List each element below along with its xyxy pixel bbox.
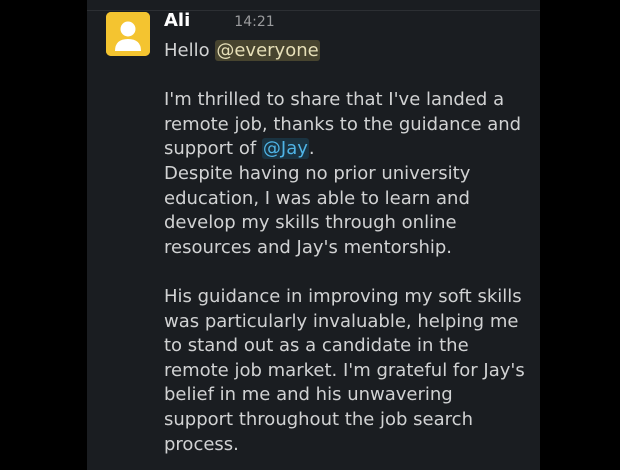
message-header: Ali 14:21 — [164, 10, 275, 36]
paragraph2-line1: His guidance in improving my soft skills — [164, 285, 522, 307]
paragraph1-line7: resources and Jay's mentorship. — [164, 236, 452, 258]
message-pane: Ali 14:21 Hello @everyone I'm thrilled to… — [87, 0, 540, 470]
message-body: Hello @everyone I'm thrilled to share th… — [164, 39, 536, 457]
paragraph1-line1: I'm thrilled to share that I've landed a — [164, 89, 505, 111]
mention-everyone[interactable]: @everyone — [215, 40, 320, 61]
paragraph2-line3: to stand out as a candidate in the — [164, 335, 469, 357]
paragraph2-line4: remote job market. I'm grateful for Jay'… — [164, 359, 525, 381]
paragraph1-line4: Despite having no prior university — [164, 162, 471, 184]
chat-message[interactable]: Ali 14:21 Hello @everyone I'm thrilled to… — [87, 0, 540, 470]
paragraph2-line2: was particularly invaluable, helping me — [164, 310, 519, 332]
mention-jay[interactable]: @Jay — [261, 138, 309, 160]
paragraph1-line3: support of @Jay. — [164, 137, 536, 162]
greeting-text: Hello — [164, 40, 216, 61]
greeting-line: Hello @everyone — [164, 39, 536, 64]
user-avatar-icon[interactable] — [106, 12, 150, 56]
paragraph1-line2: remote job, thanks to the guidance and — [164, 113, 522, 135]
author-name[interactable]: Ali — [164, 10, 190, 31]
paragraph1-line5: education, I was able to learn and — [164, 187, 470, 209]
paragraph2-line5: belief in me and his unwavering — [164, 384, 453, 406]
paragraph1-line3-suffix: . — [308, 138, 315, 160]
paragraph1-line6: develop my skills through online — [164, 212, 457, 234]
paragraph2-line7: process. — [164, 433, 239, 455]
message-timestamp[interactable]: 14:21 — [234, 14, 274, 30]
paragraph1-line3-prefix: support of — [164, 138, 262, 160]
paragraph2-line6: support throughout the job search — [164, 408, 473, 430]
